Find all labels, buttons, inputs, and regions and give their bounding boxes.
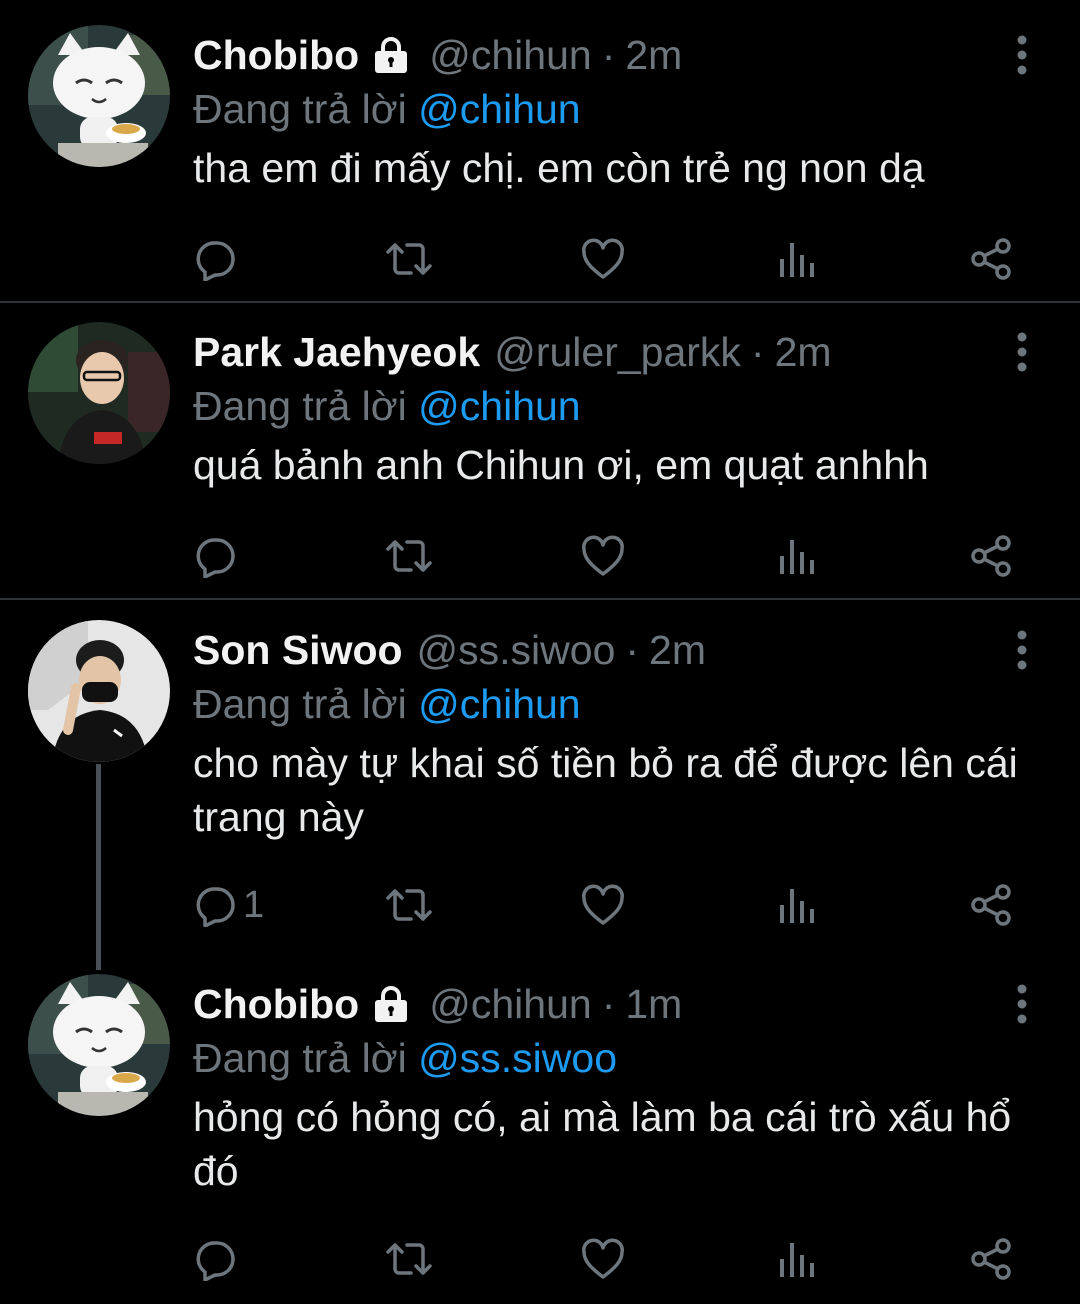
reply-button[interactable]	[193, 1234, 243, 1284]
mention-link[interactable]: @chihun	[418, 681, 580, 727]
mention-link[interactable]: @chihun	[418, 383, 580, 429]
retweet-icon	[385, 883, 433, 927]
replying-prefix: Đang trả lời	[193, 383, 407, 429]
share-icon	[969, 883, 1013, 927]
like-icon	[581, 883, 625, 927]
retweet-icon	[385, 1237, 433, 1281]
share-button[interactable]	[969, 1234, 1013, 1284]
display-name[interactable]: Son Siwoo	[193, 620, 403, 680]
user-handle[interactable]: @chihun	[429, 974, 591, 1034]
replying-prefix: Đang trả lời	[193, 86, 407, 132]
analytics-button[interactable]	[778, 1234, 818, 1284]
more-icon[interactable]	[1004, 626, 1040, 674]
user-handle[interactable]: @ruler_parkk	[494, 322, 741, 382]
share-button[interactable]	[969, 234, 1013, 284]
share-button[interactable]	[969, 880, 1013, 930]
avatar[interactable]	[28, 322, 170, 464]
timestamp[interactable]: 2m	[625, 25, 682, 85]
action-bar	[193, 531, 1023, 581]
tweet-text: quá bảnh anh Chihun ơi, em quạt anhhh	[193, 442, 929, 488]
user-handle[interactable]: @ss.siwoo	[417, 620, 616, 680]
action-bar	[193, 234, 1023, 284]
replying-to: Đang trả lời @ss.siwoo	[193, 1028, 617, 1088]
reply-icon	[193, 1237, 237, 1281]
divider	[0, 598, 1080, 600]
tweet[interactable]: Park Jaehyeok @ruler_parkk · 2m Đang trả…	[0, 322, 1080, 592]
timestamp[interactable]: 1m	[625, 974, 682, 1034]
cat-mascot-avatar	[28, 974, 170, 1116]
like-icon	[581, 1237, 625, 1281]
timestamp[interactable]: 2m	[775, 322, 832, 382]
tweet[interactable]: Chobibo @chihun · 2m Đang trả lời @chihu…	[0, 25, 1080, 295]
person-photo-avatar	[28, 322, 170, 464]
lock-icon	[371, 984, 411, 1024]
analytics-button[interactable]	[778, 880, 818, 930]
action-bar: 1	[193, 880, 1023, 930]
tweet-text: hỏng có hỏng có, ai mà làm ba cái trò xấ…	[193, 1094, 1012, 1194]
mention-link[interactable]: @ss.siwoo	[418, 1035, 617, 1081]
avatar[interactable]	[28, 25, 170, 167]
reply-icon	[193, 237, 237, 281]
retweet-button[interactable]	[385, 234, 433, 284]
reply-count: 1	[243, 883, 265, 926]
display-name[interactable]: Chobibo	[193, 25, 359, 85]
replying-to: Đang trả lời @chihun	[193, 674, 581, 734]
separator: ·	[750, 329, 765, 375]
reply-icon	[193, 534, 237, 578]
timestamp[interactable]: 2m	[649, 620, 706, 680]
replying-prefix: Đang trả lời	[193, 1035, 407, 1081]
analytics-button[interactable]	[778, 234, 818, 284]
user-handle[interactable]: @chihun	[429, 25, 591, 85]
tweet-text: cho mày tự khai số tiền bỏ ra để được lê…	[193, 740, 1018, 840]
separator: ·	[601, 32, 616, 78]
reply-button[interactable]: 1	[193, 880, 264, 930]
separator: ·	[601, 981, 616, 1027]
more-icon[interactable]	[1004, 328, 1040, 376]
like-button[interactable]	[581, 880, 625, 930]
replying-to: Đang trả lời @chihun	[193, 79, 581, 139]
tweet[interactable]: Son Siwoo @ss.siwoo · 2m Đang trả lời @c…	[0, 620, 1080, 940]
reply-button[interactable]	[193, 234, 243, 284]
retweet-button[interactable]	[385, 1234, 433, 1284]
reply-button[interactable]	[193, 531, 243, 581]
more-icon[interactable]	[1004, 31, 1040, 79]
more-icon[interactable]	[1004, 980, 1040, 1028]
retweet-button[interactable]	[385, 880, 433, 930]
share-icon	[969, 237, 1013, 281]
avatar[interactable]	[28, 974, 170, 1116]
like-button[interactable]	[581, 1234, 625, 1284]
like-icon	[581, 237, 625, 281]
display-name[interactable]: Chobibo	[193, 974, 359, 1034]
person-photo-avatar	[28, 620, 170, 762]
retweet-button[interactable]	[385, 531, 433, 581]
analytics-icon	[778, 1237, 818, 1281]
cat-mascot-avatar	[28, 25, 170, 167]
analytics-button[interactable]	[778, 531, 818, 581]
share-button[interactable]	[969, 531, 1013, 581]
analytics-icon	[778, 534, 818, 578]
like-button[interactable]	[581, 531, 625, 581]
like-icon	[581, 534, 625, 578]
share-icon	[969, 1237, 1013, 1281]
action-bar	[193, 1234, 1023, 1284]
like-button[interactable]	[581, 234, 625, 284]
tweet[interactable]: Chobibo @chihun · 1m Đang trả lời @ss.si…	[0, 974, 1080, 1294]
share-icon	[969, 534, 1013, 578]
retweet-icon	[385, 534, 433, 578]
mention-link[interactable]: @chihun	[418, 86, 580, 132]
analytics-icon	[778, 883, 818, 927]
retweet-icon	[385, 237, 433, 281]
tweet-text: tha em đi mấy chị. em còn trẻ ng non dạ	[193, 145, 925, 191]
lock-icon	[371, 35, 411, 75]
replying-prefix: Đang trả lời	[193, 681, 407, 727]
divider	[0, 301, 1080, 303]
replying-to: Đang trả lời @chihun	[193, 376, 581, 436]
analytics-icon	[778, 237, 818, 281]
display-name[interactable]: Park Jaehyeok	[193, 322, 480, 382]
reply-icon	[193, 883, 237, 927]
avatar[interactable]	[28, 620, 170, 762]
separator: ·	[625, 627, 640, 673]
